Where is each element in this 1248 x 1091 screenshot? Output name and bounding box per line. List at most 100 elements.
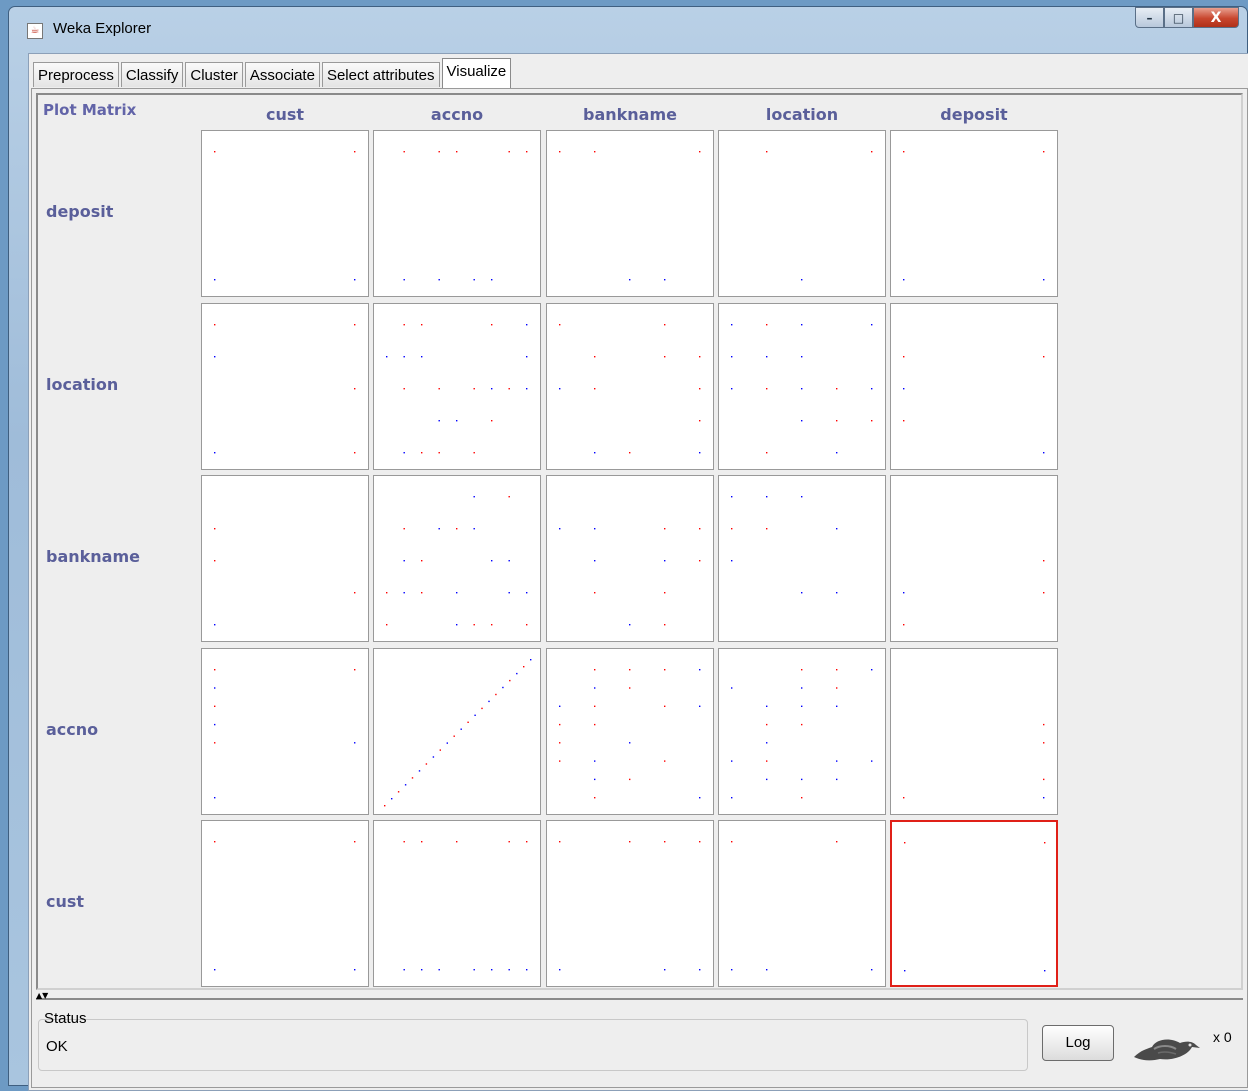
log-button[interactable]: Log (1042, 1025, 1114, 1061)
data-point (214, 356, 216, 358)
row-label-cust: cust (46, 892, 85, 911)
data-point (214, 452, 216, 454)
data-point (699, 560, 701, 562)
data-point (594, 592, 596, 594)
tab-visualize[interactable]: Visualize (441, 58, 512, 88)
window-title: Weka Explorer (53, 20, 152, 37)
data-point (871, 151, 873, 153)
plot-cell-bankname-accno[interactable] (373, 475, 541, 642)
plot-cell-location-bankname[interactable] (546, 303, 714, 470)
data-point (403, 452, 405, 454)
data-point (903, 388, 905, 390)
plot-cell-cust-cust[interactable] (201, 820, 369, 987)
data-point (1043, 742, 1045, 744)
data-point (509, 679, 511, 682)
data-point (871, 324, 873, 326)
data-point (766, 452, 768, 454)
plot-cell-accno-deposit[interactable] (890, 648, 1058, 815)
plot-cell-cust-location[interactable] (718, 820, 886, 987)
data-point (836, 669, 838, 671)
data-point (491, 279, 493, 281)
data-point (629, 742, 631, 744)
plot-cell-cust-deposit[interactable] (890, 820, 1058, 987)
plot-cell-bankname-cust[interactable] (201, 475, 369, 642)
plot-cell-accno-location[interactable] (718, 648, 886, 815)
plot-cell-deposit-deposit[interactable] (890, 130, 1058, 297)
data-point (214, 324, 216, 326)
plot-cell-deposit-location[interactable] (718, 130, 886, 297)
data-point (903, 624, 905, 626)
data-point (904, 842, 906, 844)
maximize-button[interactable]: □ (1164, 7, 1193, 28)
plot-cell-accno-bankname[interactable] (546, 648, 714, 815)
plot-cell-accno-accno[interactable] (373, 648, 541, 815)
data-point (594, 687, 596, 689)
split-pane-divider[interactable]: ▲▼ (36, 992, 1243, 1000)
data-point (801, 592, 803, 594)
data-point (699, 528, 701, 530)
data-point (495, 693, 497, 696)
data-point (214, 705, 216, 707)
data-point (508, 592, 510, 594)
tab-preprocess[interactable]: Preprocess (33, 62, 119, 87)
data-point (354, 669, 356, 671)
data-point (836, 778, 838, 781)
data-point (516, 672, 518, 675)
data-point (354, 151, 356, 153)
data-point (481, 707, 483, 710)
plot-cell-deposit-bankname[interactable] (546, 130, 714, 297)
data-point (526, 151, 528, 153)
tab-cluster[interactable]: Cluster (185, 62, 243, 87)
data-point (438, 388, 440, 390)
plot-cell-bankname-deposit[interactable] (890, 475, 1058, 642)
data-point (1043, 592, 1045, 594)
data-point (354, 279, 356, 281)
data-point (508, 496, 510, 498)
tab-classify[interactable]: Classify (120, 62, 184, 87)
data-point (456, 420, 458, 422)
data-point (766, 496, 768, 498)
data-point (403, 388, 405, 390)
data-point (594, 452, 596, 454)
data-point (801, 797, 803, 799)
data-point (404, 784, 407, 786)
data-point (508, 841, 510, 843)
tab-select-attributes[interactable]: Select attributes (321, 62, 440, 87)
scatter-plot (731, 496, 838, 594)
data-point (1043, 560, 1045, 562)
data-point (559, 705, 561, 707)
data-point (664, 969, 666, 971)
data-point (664, 592, 666, 594)
data-point (594, 705, 596, 707)
plot-cell-location-location[interactable] (718, 303, 886, 470)
plot-cell-location-deposit[interactable] (890, 303, 1058, 470)
data-point (699, 705, 701, 707)
data-point (731, 560, 733, 562)
data-point (446, 742, 448, 744)
plot-cell-deposit-cust[interactable] (201, 130, 369, 297)
scatter-plot (386, 496, 528, 626)
plot-cell-deposit-accno[interactable] (373, 130, 541, 297)
data-point (836, 760, 838, 762)
title-bar[interactable]: ☕ Weka Explorer – □ X (9, 7, 1247, 47)
data-point (1044, 842, 1046, 844)
close-button[interactable]: X (1193, 7, 1239, 28)
minimize-button[interactable]: – (1135, 7, 1164, 28)
data-point (699, 452, 701, 454)
plot-cell-bankname-location[interactable] (718, 475, 886, 642)
plot-cell-location-cust[interactable] (201, 303, 369, 470)
tab-associate[interactable]: Associate (244, 62, 320, 87)
plot-cell-cust-bankname[interactable] (546, 820, 714, 987)
data-point (699, 151, 701, 153)
data-point (418, 770, 421, 772)
plot-cell-location-accno[interactable] (373, 303, 541, 470)
plot-cell-accno-cust[interactable] (201, 648, 369, 815)
data-point (836, 388, 838, 390)
weka-bird-icon[interactable] (1130, 1027, 1202, 1067)
data-point (214, 528, 216, 530)
data-point (731, 528, 733, 530)
plot-cell-bankname-bankname[interactable] (546, 475, 714, 642)
scatter-plot (766, 151, 873, 281)
data-point (594, 760, 596, 762)
plot-cell-cust-accno[interactable] (373, 820, 541, 987)
